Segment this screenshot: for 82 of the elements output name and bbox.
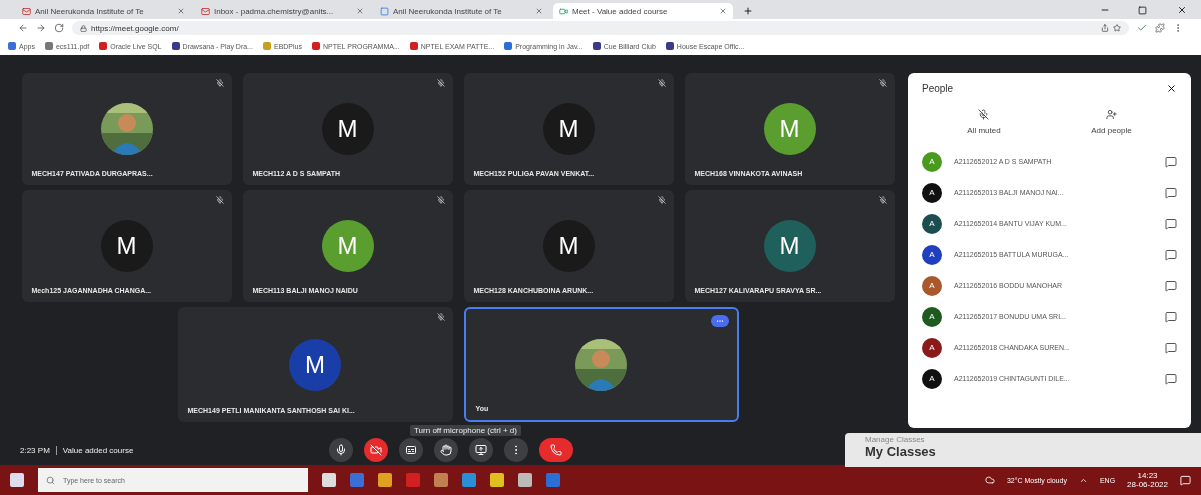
chat-icon[interactable] <box>1165 279 1177 292</box>
muted-microphone-icon <box>657 79 666 87</box>
avatar: M <box>542 220 595 272</box>
camera-off-icon <box>370 444 383 456</box>
phone-icon <box>550 444 563 456</box>
notifications-icon[interactable] <box>1180 474 1191 486</box>
chat-icon[interactable] <box>1165 310 1177 323</box>
avatar: M <box>289 338 341 391</box>
avatar: M <box>763 220 816 272</box>
chat-icon[interactable] <box>1165 372 1177 385</box>
camera-button[interactable] <box>364 438 389 462</box>
avatar: A <box>922 213 942 234</box>
forward-icon[interactable] <box>36 23 46 33</box>
meeting-title: Value added course <box>62 445 134 455</box>
tooltip: Turn off microphone (ctrl + d) <box>410 425 521 436</box>
video-icon <box>559 6 568 16</box>
browser-tab[interactable]: Meet - Value added course <box>553 3 733 19</box>
avatar: M <box>321 103 374 155</box>
panel-title: People <box>922 83 954 94</box>
popup-title: My Classes <box>865 444 937 459</box>
muted-microphone-icon <box>978 109 990 120</box>
close-icon[interactable] <box>1166 83 1177 94</box>
clock-date: 28-06-2022 <box>1127 480 1168 489</box>
muted-microphone-icon <box>215 196 224 204</box>
meeting-time: 2:23 PM <box>20 445 50 455</box>
reload-icon[interactable] <box>54 23 64 33</box>
muted-microphone-icon <box>436 196 445 204</box>
chat-icon[interactable] <box>1165 248 1177 261</box>
browser-tab[interactable]: Anil Neerukonda Institute of Te <box>374 3 549 19</box>
muted-status-button[interactable]: All muted <box>961 108 1007 136</box>
search-icon <box>46 475 55 485</box>
present-icon <box>475 444 488 456</box>
muted-microphone-icon <box>215 79 224 87</box>
address-bar[interactable]: https://meet.google.com/ <box>72 21 1129 35</box>
browser-tab[interactable]: Anil Neerukonda Institute of Te <box>16 3 191 19</box>
browser-tab[interactable]: Inbox - padma.chemistry@anits... <box>195 3 370 19</box>
chat-icon[interactable] <box>1165 155 1177 168</box>
leave-button[interactable] <box>539 438 574 462</box>
microphone-icon <box>335 444 348 456</box>
avatar: A <box>922 182 942 203</box>
maximize-icon[interactable] <box>1138 6 1147 15</box>
avatar: A <box>922 275 942 296</box>
extensions-icon[interactable] <box>1155 23 1165 33</box>
more-icon[interactable] <box>710 315 729 327</box>
close-tab-icon[interactable] <box>535 7 543 15</box>
check-icon[interactable] <box>1137 23 1147 33</box>
avatar: M <box>100 220 153 272</box>
avatar: A <box>922 368 942 389</box>
avatar: A <box>922 337 942 358</box>
cloud-icon <box>984 475 995 485</box>
chat-icon[interactable] <box>1165 341 1177 354</box>
avatar: A <box>922 151 942 172</box>
close-icon[interactable] <box>1177 5 1187 15</box>
add-people-button[interactable]: Add people <box>1085 108 1138 136</box>
back-icon[interactable] <box>18 23 28 33</box>
new-tab-icon[interactable] <box>743 6 753 16</box>
avatar: A <box>922 306 942 327</box>
avatar: A <box>922 244 942 265</box>
avatar: M <box>763 103 816 155</box>
clock-time: 14:23 <box>1137 471 1158 480</box>
muted-microphone-icon <box>878 79 887 87</box>
chat-icon[interactable] <box>1165 186 1177 199</box>
popup-caption: Manage Classes <box>865 435 926 444</box>
close-tab-icon[interactable] <box>719 7 727 15</box>
muted-microphone-icon <box>878 196 887 204</box>
muted-microphone-icon <box>436 79 445 87</box>
hand-button[interactable] <box>434 438 459 462</box>
mic-button[interactable] <box>329 438 354 462</box>
muted-microphone-icon <box>657 196 666 204</box>
add-person-icon <box>1105 109 1117 120</box>
close-tab-icon[interactable] <box>177 7 185 15</box>
present-button[interactable] <box>469 438 494 462</box>
close-tab-icon[interactable] <box>356 7 364 15</box>
captions-button[interactable] <box>399 438 424 462</box>
avatar: M <box>321 220 374 272</box>
avatar: M <box>542 103 595 155</box>
mail-icon <box>201 6 210 16</box>
chat-icon[interactable] <box>1165 217 1177 230</box>
hand-icon <box>440 444 453 456</box>
captions-icon <box>405 444 418 456</box>
muted-microphone-icon <box>436 313 445 321</box>
mail-icon <box>22 6 31 16</box>
